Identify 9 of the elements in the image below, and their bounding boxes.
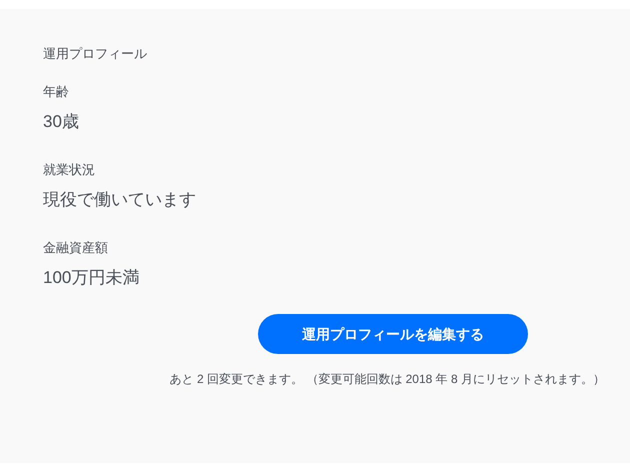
field-label: 就業状況	[43, 161, 96, 179]
field-label: 年齢	[43, 83, 70, 101]
field-label: 金融資産額	[43, 239, 109, 257]
edit-profile-button[interactable]: 運用プロフィールを編集する	[258, 314, 528, 354]
change-limit-note: あと 2 回変更できます。 （変更可能回数は 2018 年 8 月にリセットされます。）	[170, 371, 605, 388]
field-value: 現役で働いています	[43, 189, 197, 211]
field-value: 30歳	[43, 111, 80, 133]
field-value: 100万円未満	[43, 267, 140, 289]
section-title: 運用プロフィール	[43, 45, 148, 63]
